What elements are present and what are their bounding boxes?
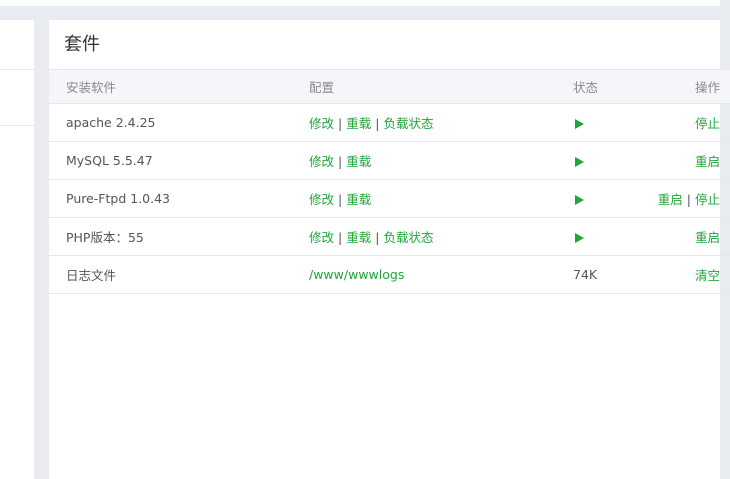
status-cell: 74K bbox=[573, 255, 653, 294]
suite-panel: 套件 安装软件 配置 状态 操作 apache 2.4.25 修改 | 重载 | 负载状态… bbox=[49, 20, 730, 479]
separator: | bbox=[338, 154, 343, 169]
divider bbox=[0, 125, 34, 126]
status-cell bbox=[573, 141, 653, 180]
action-link[interactable]: 清空 bbox=[695, 268, 720, 283]
table-row: MySQL 5.5.47 修改 | 重载 重启 bbox=[49, 141, 730, 180]
actions-cell: 停止 bbox=[653, 103, 730, 142]
config-link[interactable]: 修改 bbox=[309, 154, 334, 169]
actions-cell: 重启 bbox=[653, 217, 730, 256]
config-cell: /www/wwwlogs bbox=[309, 255, 573, 294]
top-panel bbox=[0, 0, 720, 6]
config-link[interactable]: 负载状态 bbox=[383, 230, 433, 245]
action-link[interactable]: 停止 bbox=[695, 116, 720, 131]
table-row: PHP版本：55 修改 | 重载 | 负载状态 重启 bbox=[49, 217, 730, 256]
header-software: 安装软件 bbox=[49, 70, 309, 104]
status-cell bbox=[573, 217, 653, 256]
play-triangle-icon bbox=[575, 156, 584, 167]
config-link[interactable]: 重载 bbox=[346, 230, 371, 245]
separator: | bbox=[338, 192, 343, 207]
config-link[interactable]: 重载 bbox=[346, 154, 371, 169]
status-cell bbox=[573, 103, 653, 142]
config-link[interactable]: 负载状态 bbox=[383, 116, 433, 131]
config-link[interactable]: 修改 bbox=[309, 192, 334, 207]
status-cell bbox=[573, 179, 653, 218]
software-name: apache 2.4.25 bbox=[49, 103, 309, 142]
config-link[interactable]: 重载 bbox=[346, 192, 371, 207]
software-name: 日志文件 bbox=[49, 255, 309, 294]
play-triangle-icon bbox=[575, 118, 584, 129]
software-name: Pure-Ftpd 1.0.43 bbox=[49, 179, 309, 218]
panel-title: 套件 bbox=[49, 20, 720, 70]
table-row: apache 2.4.25 修改 | 重载 | 负载状态 停止 bbox=[49, 103, 730, 142]
status-text: 74K bbox=[573, 267, 598, 282]
action-link[interactable]: 停止 bbox=[695, 192, 720, 207]
config-cell: 修改 | 重载 | 负载状态 bbox=[309, 217, 573, 256]
table-row: 日志文件/www/wwwlogs 74K 清空 bbox=[49, 255, 730, 294]
config-link[interactable]: 重载 bbox=[346, 116, 371, 131]
config-cell: 修改 | 重载 bbox=[309, 179, 573, 218]
software-name: MySQL 5.5.47 bbox=[49, 141, 309, 180]
left-panel bbox=[0, 20, 34, 479]
software-table: 安装软件 配置 状态 操作 apache 2.4.25 修改 | 重载 | 负载状态 停止 M… bbox=[49, 70, 730, 294]
separator: | bbox=[338, 230, 343, 245]
header-actions: 操作 bbox=[653, 70, 730, 104]
config-link[interactable]: 修改 bbox=[309, 116, 334, 131]
separator: | bbox=[338, 116, 343, 131]
header-status: 状态 bbox=[573, 70, 653, 104]
separator: | bbox=[686, 192, 691, 207]
play-triangle-icon bbox=[575, 194, 584, 205]
separator: | bbox=[375, 230, 380, 245]
config-cell: 修改 | 重载 | 负载状态 bbox=[309, 103, 573, 142]
config-link[interactable]: /www/wwwlogs bbox=[309, 267, 404, 282]
play-triangle-icon bbox=[575, 232, 584, 243]
table-row: Pure-Ftpd 1.0.43 修改 | 重载 重启 | 停止 bbox=[49, 179, 730, 218]
table-header-row: 安装软件 配置 状态 操作 bbox=[49, 70, 730, 104]
config-link[interactable]: 修改 bbox=[309, 230, 334, 245]
action-link[interactable]: 重启 bbox=[695, 230, 720, 245]
software-name: PHP版本：55 bbox=[49, 217, 309, 256]
actions-cell: 清空 bbox=[653, 255, 730, 294]
config-cell: 修改 | 重载 bbox=[309, 141, 573, 180]
separator: | bbox=[375, 116, 380, 131]
actions-cell: 重启 bbox=[653, 141, 730, 180]
action-link[interactable]: 重启 bbox=[695, 154, 720, 169]
header-config: 配置 bbox=[309, 70, 573, 104]
actions-cell: 重启 | 停止 bbox=[653, 179, 730, 218]
action-link[interactable]: 重启 bbox=[658, 192, 683, 207]
divider bbox=[0, 69, 34, 70]
